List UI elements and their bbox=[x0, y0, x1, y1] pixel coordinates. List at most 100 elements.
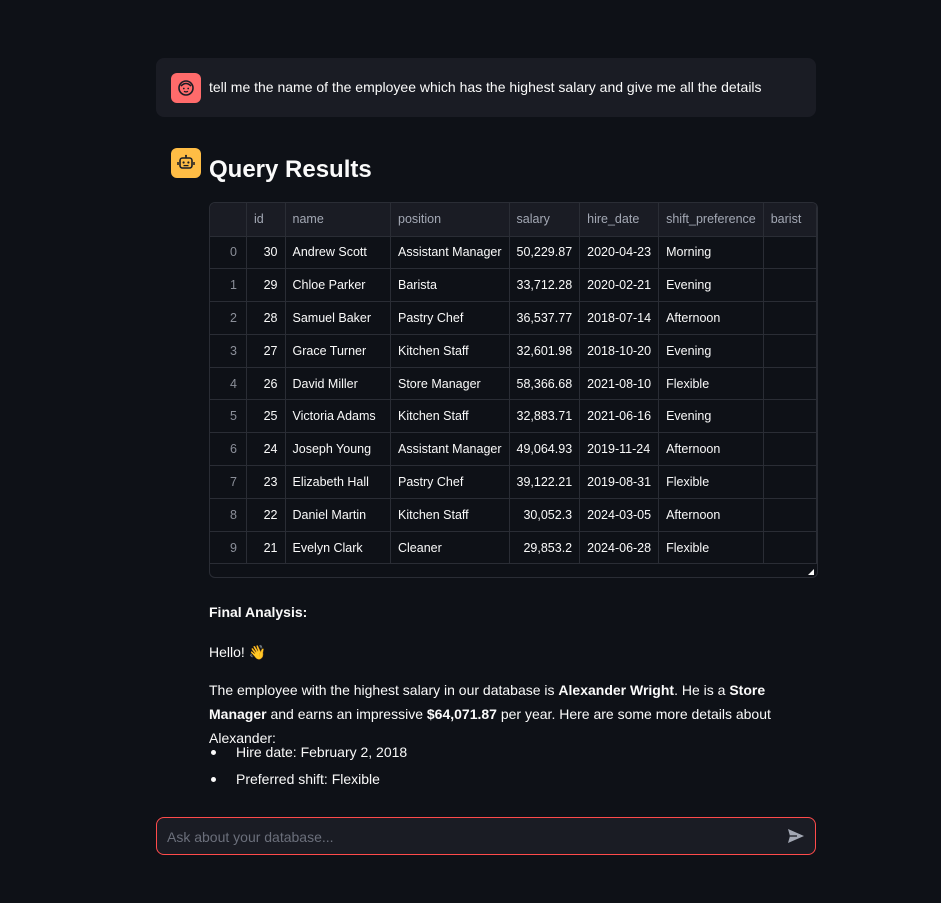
table-row[interactable]: 8 22 Daniel Martin Kitchen Staff 30,052.3 202… bbox=[210, 498, 817, 532]
table-cell[interactable]: 23 bbox=[246, 465, 286, 499]
column-header[interactable]: salary bbox=[509, 203, 581, 237]
table-cell[interactable]: 2019-11-24 bbox=[579, 432, 660, 467]
table-row[interactable]: 1 29 Chloe Parker Barista 33,712.28 2020-02-2… bbox=[210, 268, 817, 303]
table-cell[interactable]: 2021-06-16 bbox=[579, 399, 660, 434]
table-cell[interactable]: 32,883.71 bbox=[509, 399, 581, 434]
table-cell[interactable]: David Miller bbox=[285, 367, 391, 401]
table-cell[interactable]: Morning bbox=[658, 236, 764, 270]
table-cell[interactable]: 30,052.3 bbox=[509, 498, 581, 532]
table-cell[interactable]: Flexible bbox=[658, 531, 764, 565]
table-cell[interactable]: 25 bbox=[246, 399, 286, 434]
column-header[interactable]: position bbox=[390, 203, 510, 237]
table-cell[interactable] bbox=[763, 301, 817, 335]
table-cell[interactable] bbox=[763, 531, 817, 565]
column-header[interactable] bbox=[210, 203, 247, 237]
table-row[interactable]: 4 26 David Miller Store Manager 58,366.68 202… bbox=[210, 367, 817, 401]
table-cell[interactable]: 8 bbox=[210, 498, 247, 532]
column-header[interactable]: barist bbox=[763, 203, 817, 237]
column-header[interactable]: shift_preference bbox=[658, 203, 764, 237]
table-cell[interactable]: 22 bbox=[246, 498, 286, 532]
table-row[interactable]: 5 25 Victoria Adams Kitchen Staff 32,883.71 2… bbox=[210, 399, 817, 434]
table-cell[interactable] bbox=[763, 432, 817, 467]
table-cell[interactable]: Afternoon bbox=[658, 432, 764, 467]
table-cell[interactable] bbox=[763, 399, 817, 434]
column-header[interactable]: id bbox=[246, 203, 286, 237]
table-cell[interactable]: 2020-04-23 bbox=[579, 236, 660, 270]
table-cell[interactable]: 29,853.2 bbox=[509, 531, 581, 565]
table-cell[interactable]: Joseph Young bbox=[285, 432, 391, 467]
table-row[interactable]: 2 28 Samuel Baker Pastry Chef 36,537.77 2018-… bbox=[210, 301, 817, 335]
column-header[interactable]: name bbox=[285, 203, 391, 237]
results-table[interactable]: id name position salary hire_date shift_prefe… bbox=[209, 202, 818, 578]
table-cell[interactable]: 2020-02-21 bbox=[579, 268, 660, 303]
table-row[interactable]: 0 30 Andrew Scott Assistant Manager 50,229.8… bbox=[210, 236, 817, 270]
table-cell[interactable]: 2019-08-31 bbox=[579, 465, 660, 499]
table-cell[interactable]: Pastry Chef bbox=[390, 301, 510, 335]
table-cell[interactable] bbox=[763, 268, 817, 303]
table-cell[interactable]: Evelyn Clark bbox=[285, 531, 391, 565]
table-cell[interactable]: 2024-06-28 bbox=[579, 531, 660, 565]
table-cell[interactable]: Victoria Adams bbox=[285, 399, 391, 434]
table-cell[interactable] bbox=[763, 334, 817, 368]
table-cell[interactable] bbox=[763, 367, 817, 401]
send-button[interactable] bbox=[785, 826, 807, 846]
table-cell[interactable]: Andrew Scott bbox=[285, 236, 391, 270]
table-cell[interactable]: Afternoon bbox=[658, 301, 764, 335]
table-cell[interactable]: 33,712.28 bbox=[509, 268, 581, 303]
table-row[interactable]: 7 23 Elizabeth Hall Pastry Chef 39,122.21 201… bbox=[210, 465, 817, 499]
table-cell[interactable]: Assistant Manager bbox=[390, 432, 510, 467]
table-cell[interactable]: 7 bbox=[210, 465, 247, 499]
table-cell[interactable]: 58,366.68 bbox=[509, 367, 581, 401]
table-cell[interactable]: Pastry Chef bbox=[390, 465, 510, 499]
table-cell[interactable]: Store Manager bbox=[390, 367, 510, 401]
table-cell[interactable]: 5 bbox=[210, 399, 247, 434]
table-cell[interactable] bbox=[763, 236, 817, 270]
table-cell[interactable]: Kitchen Staff bbox=[390, 399, 510, 434]
table-row[interactable]: 3 27 Grace Turner Kitchen Staff 32,601.98 201… bbox=[210, 334, 817, 368]
table-cell[interactable]: Evening bbox=[658, 334, 764, 368]
table-cell[interactable]: Afternoon bbox=[658, 498, 764, 532]
table-cell[interactable]: Daniel Martin bbox=[285, 498, 391, 532]
table-cell[interactable] bbox=[763, 498, 817, 532]
table-cell[interactable]: 4 bbox=[210, 367, 247, 401]
table-cell[interactable]: 21 bbox=[246, 531, 286, 565]
table-cell[interactable]: 0 bbox=[210, 236, 247, 270]
table-cell[interactable]: 28 bbox=[246, 301, 286, 335]
table-cell[interactable]: Chloe Parker bbox=[285, 268, 391, 303]
table-row[interactable]: 6 24 Joseph Young Assistant Manager 49,064.9… bbox=[210, 432, 817, 467]
table-cell[interactable]: 2024-03-05 bbox=[579, 498, 660, 532]
table-cell[interactable]: 2018-07-14 bbox=[579, 301, 660, 335]
table-cell[interactable]: Barista bbox=[390, 268, 510, 303]
table-cell[interactable]: 2021-08-10 bbox=[579, 367, 660, 401]
table-cell[interactable]: Flexible bbox=[658, 367, 764, 401]
table-cell[interactable]: Samuel Baker bbox=[285, 301, 391, 335]
table-cell[interactable]: 1 bbox=[210, 268, 247, 303]
chat-input-box[interactable] bbox=[156, 817, 816, 856]
table-cell[interactable]: 29 bbox=[246, 268, 286, 303]
table-cell[interactable]: Kitchen Staff bbox=[390, 334, 510, 368]
table-cell[interactable]: 6 bbox=[210, 432, 247, 467]
table-cell[interactable]: Elizabeth Hall bbox=[285, 465, 391, 499]
table-cell[interactable]: 49,064.93 bbox=[509, 432, 581, 467]
table-cell[interactable]: Cleaner bbox=[390, 531, 510, 565]
table-cell[interactable] bbox=[763, 465, 817, 499]
column-header[interactable]: hire_date bbox=[579, 203, 660, 237]
table-cell[interactable]: 36,537.77 bbox=[509, 301, 581, 335]
table-cell[interactable]: 2 bbox=[210, 301, 247, 335]
table-cell[interactable]: 9 bbox=[210, 531, 247, 565]
resize-handle[interactable] bbox=[808, 569, 814, 575]
table-cell[interactable]: 32,601.98 bbox=[509, 334, 581, 368]
table-cell[interactable]: Evening bbox=[658, 399, 764, 434]
table-cell[interactable]: 50,229.87 bbox=[509, 236, 581, 270]
data-grid[interactable]: id name position salary hire_date shift_prefe… bbox=[210, 203, 817, 565]
table-cell[interactable]: 24 bbox=[246, 432, 286, 467]
table-cell[interactable]: Evening bbox=[658, 268, 764, 303]
chat-input[interactable] bbox=[165, 818, 769, 856]
table-row[interactable]: 9 21 Evelyn Clark Cleaner 29,853.2 2024-06-28… bbox=[210, 531, 817, 565]
table-cell[interactable]: 30 bbox=[246, 236, 286, 270]
table-cell[interactable]: Assistant Manager bbox=[390, 236, 510, 270]
table-cell[interactable]: Flexible bbox=[658, 465, 764, 499]
table-cell[interactable]: 26 bbox=[246, 367, 286, 401]
send-icon[interactable] bbox=[787, 828, 805, 844]
table-cell[interactable]: 3 bbox=[210, 334, 247, 368]
